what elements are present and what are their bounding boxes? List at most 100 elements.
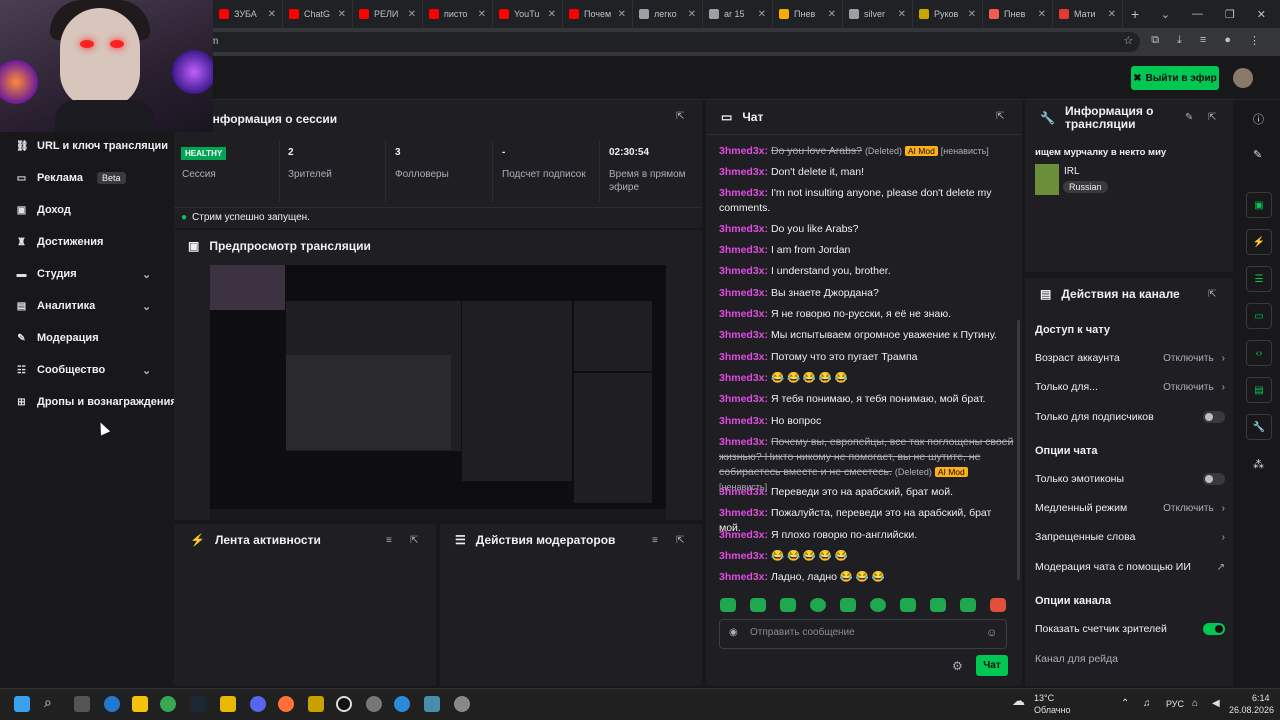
windows-start-icon[interactable] xyxy=(14,696,30,712)
app-icon[interactable] xyxy=(220,696,236,712)
browser-tab[interactable]: РЕЛИ ✕ xyxy=(353,0,423,28)
bolt-action-icon[interactable]: ⚡ xyxy=(1246,229,1272,255)
subs-only-toggle[interactable] xyxy=(1203,411,1225,423)
extensions-icon[interactable]: ⧉ xyxy=(1151,34,1159,47)
chat-username[interactable]: 3hmed3x: xyxy=(719,265,768,277)
browser-tab[interactable]: Пнев ✕ xyxy=(983,0,1053,28)
chat-settings-gear-icon[interactable]: ⚙ xyxy=(952,659,963,673)
task-view-icon[interactable] xyxy=(74,696,90,712)
bookmark-star-icon[interactable]: ☆ xyxy=(1123,34,1133,47)
emotes-only-toggle[interactable] xyxy=(1203,473,1225,485)
sidebar-item[interactable]: ♜ Достижения xyxy=(16,236,103,248)
chat-username[interactable]: 3hmed3x: xyxy=(719,223,768,235)
code-action-icon[interactable]: ‹› xyxy=(1246,340,1272,366)
close-tab-icon[interactable]: ✕ xyxy=(548,9,556,20)
info-circle-icon[interactable]: ⓘ xyxy=(1253,111,1264,127)
tab-search-icon[interactable]: ⌄ xyxy=(1161,8,1170,21)
stream-preview[interactable] xyxy=(210,265,666,521)
smile-icon[interactable]: ☺ xyxy=(986,627,997,639)
browser-tab[interactable]: Руков ✕ xyxy=(913,0,983,28)
chat-username[interactable]: 3hmed3x: xyxy=(719,529,768,541)
close-tab-icon[interactable]: ✕ xyxy=(618,9,626,20)
close-tab-icon[interactable]: ✕ xyxy=(898,9,906,20)
chat-username[interactable]: 3hmed3x: xyxy=(719,507,768,519)
emote-icon[interactable] xyxy=(870,598,886,612)
new-tab-button[interactable]: + xyxy=(1131,6,1139,22)
go-live-button[interactable]: ✖ Выйти в эфир xyxy=(1131,66,1219,90)
emote-icon[interactable] xyxy=(810,598,826,612)
popout-icon[interactable]: ⇱ xyxy=(676,535,684,546)
only-for-setting[interactable]: Только для... Отключить › xyxy=(1035,381,1225,393)
account-age-setting[interactable]: Возраст аккаунта Отключить › xyxy=(1035,352,1225,364)
emote-icon[interactable] xyxy=(960,598,976,612)
app-icon[interactable] xyxy=(308,696,324,712)
ai-moderation-setting[interactable]: Модерация чата с помощью ИИ ↗ xyxy=(1035,561,1225,573)
discord-icon[interactable] xyxy=(250,696,266,712)
telegram-icon[interactable] xyxy=(394,696,410,712)
chat-username[interactable]: 3hmed3x: xyxy=(719,287,768,299)
chat-username[interactable]: 3hmed3x: xyxy=(719,393,768,405)
pencil-icon[interactable]: ✎ xyxy=(1253,148,1262,161)
close-tab-icon[interactable]: ✕ xyxy=(408,9,416,20)
browser-tab[interactable]: YouTu ✕ xyxy=(493,0,563,28)
language-indicator[interactable]: РУС xyxy=(1166,699,1184,709)
avatar[interactable] xyxy=(1233,68,1253,88)
emote-icon[interactable] xyxy=(840,598,856,612)
chat-username[interactable]: 3hmed3x: xyxy=(719,351,768,363)
chat-username[interactable]: 3hmed3x: xyxy=(719,244,768,256)
browser-tab[interactable]: ЗУБА ✕ xyxy=(213,0,283,28)
sidebar-item[interactable]: ▤ Аналитика ⌄ xyxy=(16,300,151,313)
obs-icon[interactable] xyxy=(336,696,352,712)
popout-icon[interactable]: ⇱ xyxy=(1208,289,1216,300)
filter-icon[interactable]: ≡ xyxy=(386,535,392,546)
emote-icon[interactable] xyxy=(900,598,916,612)
chat-username[interactable]: 3hmed3x: xyxy=(719,415,768,427)
url-input[interactable]: m xyxy=(200,32,1140,52)
settings-icon[interactable] xyxy=(366,696,382,712)
chat-username[interactable]: 3hmed3x: xyxy=(719,308,768,320)
sidebar-item[interactable]: ✎ Модерация xyxy=(16,332,98,344)
chat-username[interactable]: 3hmed3x: xyxy=(719,436,768,448)
close-tab-icon[interactable]: ✕ xyxy=(688,9,696,20)
popout-icon[interactable]: ⇱ xyxy=(1208,112,1216,123)
clock-time[interactable]: 6:14 xyxy=(1252,693,1270,703)
slow-mode-setting[interactable]: Медленный режим Отключить › xyxy=(1035,502,1225,514)
browser-tab[interactable]: Мати ✕ xyxy=(1053,0,1123,28)
chat-username[interactable]: 3hmed3x: xyxy=(719,187,768,199)
clock-date[interactable]: 26.08.2026 xyxy=(1229,705,1274,715)
banned-words-setting[interactable]: Запрещенные слова › xyxy=(1035,531,1225,543)
maximize-icon[interactable]: ❐ xyxy=(1225,8,1235,21)
chat-scrollbar[interactable] xyxy=(1017,320,1020,580)
chat-action-icon[interactable]: ▭ xyxy=(1246,303,1272,329)
chat-username[interactable]: 3hmed3x: xyxy=(719,571,768,583)
wrench-action-icon[interactable]: 🔧 xyxy=(1246,414,1272,440)
emote-icon[interactable] xyxy=(990,598,1006,612)
search-icon[interactable]: ⌕ xyxy=(44,694,52,711)
chat-username[interactable]: 3hmed3x: xyxy=(719,486,768,498)
app-icon[interactable] xyxy=(454,696,470,712)
emote-picker-icon[interactable]: ◉ xyxy=(729,627,738,638)
firefox-icon[interactable] xyxy=(278,696,294,712)
sidebar-item[interactable]: ⊞ Дропы и вознаграждения xyxy=(16,396,176,408)
volume-icon[interactable]: ◀ xyxy=(1212,698,1220,709)
mic-icon[interactable]: ♫ xyxy=(1143,698,1151,709)
browser-tab[interactable]: ar 15 ✕ xyxy=(703,0,773,28)
settings-action-icon[interactable]: ▤ xyxy=(1246,377,1272,403)
close-tab-icon[interactable]: ✕ xyxy=(1038,9,1046,20)
app-icon[interactable] xyxy=(424,696,440,712)
menu-icon[interactable]: ⋮ xyxy=(1249,34,1260,47)
emote-icon[interactable] xyxy=(930,598,946,612)
file-explorer-icon[interactable] xyxy=(132,696,148,712)
minimize-icon[interactable]: — xyxy=(1192,8,1203,20)
sidebar-item[interactable]: ☷ Сообщество ⌄ xyxy=(16,364,151,377)
emote-icon[interactable] xyxy=(750,598,766,612)
filter-icon[interactable]: ≡ xyxy=(652,535,658,546)
download-icon[interactable]: ⤓ xyxy=(1177,34,1182,47)
browser-tab[interactable]: писто ✕ xyxy=(423,0,493,28)
close-tab-icon[interactable]: ✕ xyxy=(478,9,486,20)
sidebar-item[interactable]: ⛓ URL и ключ трансляции xyxy=(16,140,168,152)
browser-tab[interactable]: Почем ✕ xyxy=(563,0,633,28)
sidebar-item[interactable]: ▭ Реклама Beta xyxy=(16,172,126,184)
add-action-icon[interactable]: ⁂ xyxy=(1253,458,1264,471)
browser-tab[interactable]: ChatG ✕ xyxy=(283,0,353,28)
